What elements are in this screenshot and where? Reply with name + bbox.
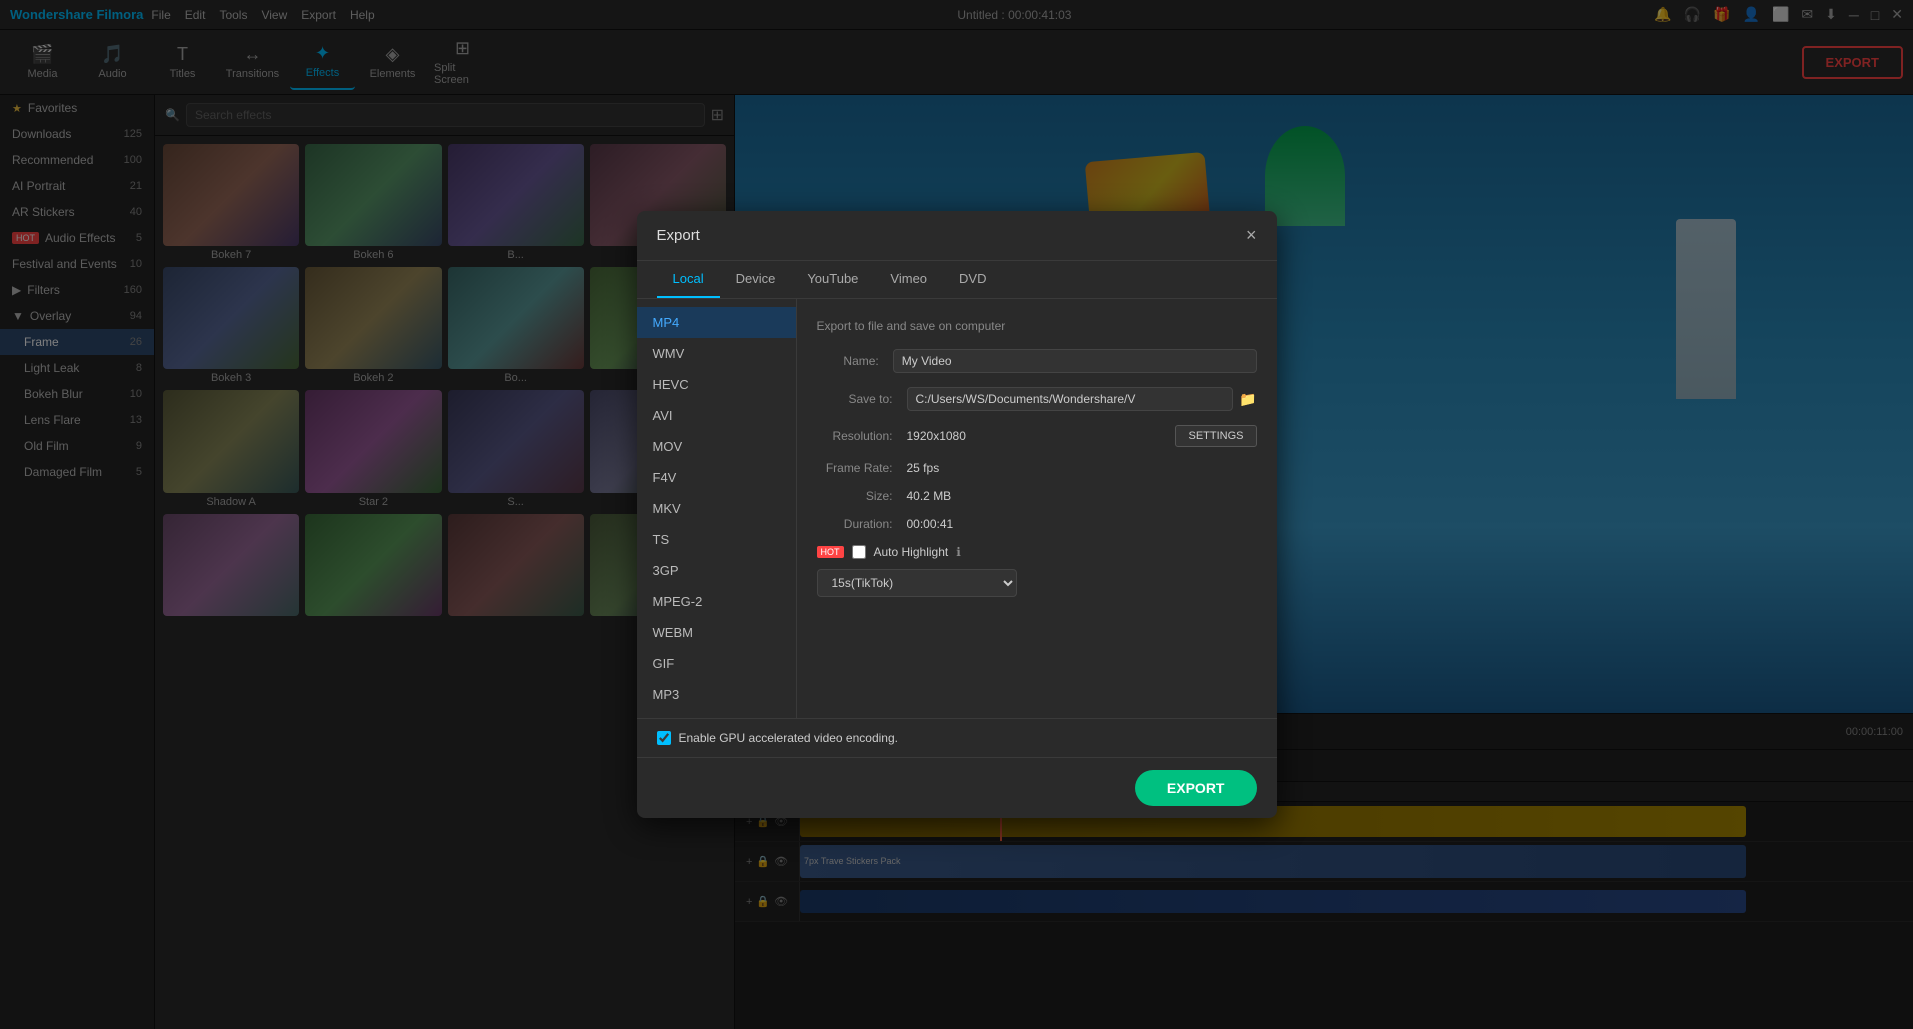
format-list: MP4 WMV HEVC AVI MOV F4V MKV TS 3GP MPEG… bbox=[637, 299, 797, 718]
format-mp4[interactable]: MP4 bbox=[637, 307, 796, 338]
dialog-tabs: Local Device YouTube Vimeo DVD bbox=[637, 261, 1277, 299]
dialog-close-button[interactable]: × bbox=[1246, 225, 1257, 246]
format-mp3[interactable]: MP3 bbox=[637, 679, 796, 710]
format-gif[interactable]: GIF bbox=[637, 648, 796, 679]
duration-select-row: 15s(TikTok) 30s 60s Custom bbox=[817, 569, 1257, 597]
tab-dvd[interactable]: DVD bbox=[943, 261, 1002, 298]
tab-local[interactable]: Local bbox=[657, 261, 720, 298]
resolution-row: Resolution: 1920x1080 SETTINGS bbox=[817, 425, 1257, 447]
duration-row: Duration: 00:00:41 bbox=[817, 517, 1257, 531]
save-to-input[interactable] bbox=[907, 387, 1234, 411]
format-hevc[interactable]: HEVC bbox=[637, 369, 796, 400]
auto-highlight-info-icon[interactable]: ℹ bbox=[956, 545, 961, 559]
dialog-title: Export bbox=[657, 227, 700, 244]
size-value: 40.2 MB bbox=[907, 489, 1257, 503]
size-label: Size: bbox=[817, 489, 907, 503]
tab-vimeo[interactable]: Vimeo bbox=[874, 261, 943, 298]
format-ts[interactable]: TS bbox=[637, 524, 796, 555]
format-avi[interactable]: AVI bbox=[637, 400, 796, 431]
resolution-label: Resolution: bbox=[817, 429, 907, 443]
duration-value: 00:00:41 bbox=[907, 517, 1257, 531]
export-action-button[interactable]: EXPORT bbox=[1135, 770, 1257, 806]
dialog-body: MP4 WMV HEVC AVI MOV F4V MKV TS 3GP MPEG… bbox=[637, 299, 1277, 718]
tab-device[interactable]: Device bbox=[720, 261, 792, 298]
format-mov[interactable]: MOV bbox=[637, 431, 796, 462]
duration-select[interactable]: 15s(TikTok) 30s 60s Custom bbox=[817, 569, 1017, 597]
format-mkv[interactable]: MKV bbox=[637, 493, 796, 524]
save-to-label: Save to: bbox=[817, 392, 907, 406]
auto-highlight-label: Auto Highlight bbox=[874, 545, 949, 559]
gpu-label: Enable GPU accelerated video encoding. bbox=[679, 731, 898, 745]
dialog-header: Export × bbox=[637, 211, 1277, 261]
modal-overlay: Export × Local Device YouTube Vimeo DVD … bbox=[0, 0, 1913, 1029]
name-input[interactable] bbox=[893, 349, 1257, 373]
tab-youtube[interactable]: YouTube bbox=[791, 261, 874, 298]
frame-rate-label: Frame Rate: bbox=[817, 461, 907, 475]
save-to-row: Save to: 📁 bbox=[817, 387, 1257, 411]
auto-highlight-checkbox[interactable] bbox=[852, 545, 866, 559]
format-wmv[interactable]: WMV bbox=[637, 338, 796, 369]
duration-label: Duration: bbox=[817, 517, 907, 531]
frame-rate-row: Frame Rate: 25 fps bbox=[817, 461, 1257, 475]
format-f4v[interactable]: F4V bbox=[637, 462, 796, 493]
gpu-row: Enable GPU accelerated video encoding. bbox=[637, 718, 1277, 757]
export-dialog: Export × Local Device YouTube Vimeo DVD … bbox=[637, 211, 1277, 818]
browse-folder-button[interactable]: 📁 bbox=[1239, 391, 1256, 408]
resolution-value: 1920x1080 bbox=[907, 429, 1166, 443]
dialog-settings: Export to file and save on computer Name… bbox=[797, 299, 1277, 718]
export-subtitle: Export to file and save on computer bbox=[817, 319, 1257, 333]
size-row: Size: 40.2 MB bbox=[817, 489, 1257, 503]
name-label: Name: bbox=[817, 354, 893, 368]
dialog-footer: EXPORT bbox=[637, 757, 1277, 818]
name-row: Name: bbox=[817, 349, 1257, 373]
save-to-value-row: 📁 bbox=[907, 387, 1257, 411]
auto-highlight-row: HOT Auto Highlight ℹ bbox=[817, 545, 1257, 559]
settings-button[interactable]: SETTINGS bbox=[1175, 425, 1256, 447]
format-webm[interactable]: WEBM bbox=[637, 617, 796, 648]
format-mpeg2[interactable]: MPEG-2 bbox=[637, 586, 796, 617]
gpu-checkbox[interactable] bbox=[657, 731, 671, 745]
frame-rate-value: 25 fps bbox=[907, 461, 1257, 475]
format-3gp[interactable]: 3GP bbox=[637, 555, 796, 586]
auto-highlight-hot-badge: HOT bbox=[817, 546, 844, 558]
